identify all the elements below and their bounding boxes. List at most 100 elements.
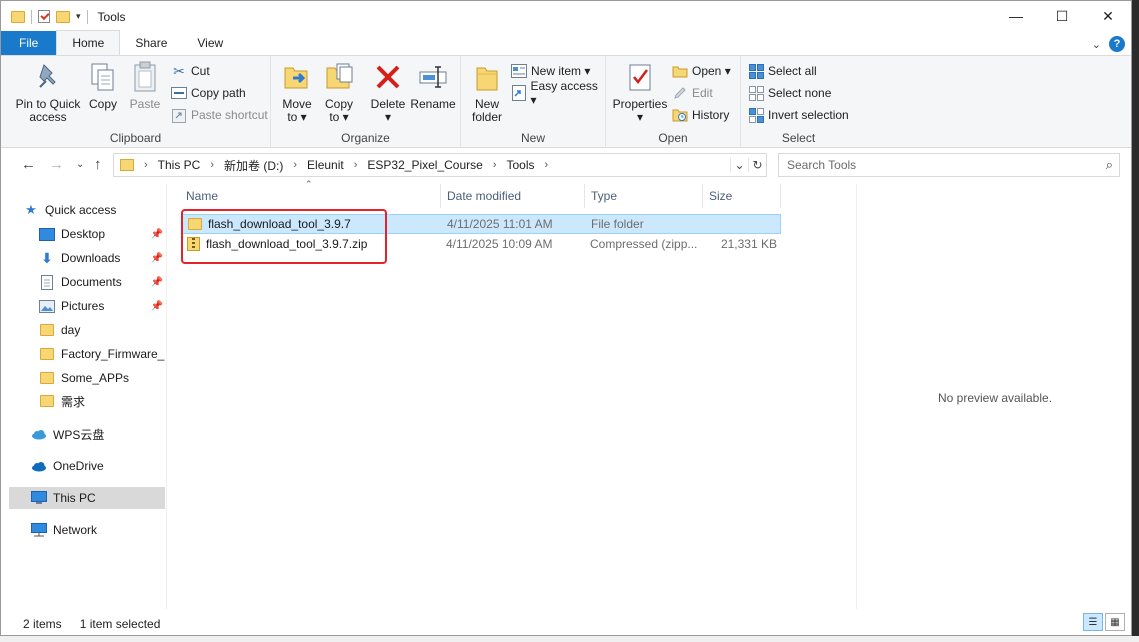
nav-item-pictures[interactable]: Pictures 📌 bbox=[39, 295, 165, 317]
chevron-right-icon[interactable]: › bbox=[354, 159, 358, 171]
tab-share[interactable]: Share bbox=[120, 31, 182, 55]
back-arrow-icon[interactable]: ← bbox=[21, 156, 36, 173]
rename-icon bbox=[417, 60, 449, 94]
divider bbox=[86, 9, 88, 24]
new-folder-label-line2: folder bbox=[471, 110, 503, 124]
nav-item-onedrive[interactable]: OneDrive bbox=[31, 455, 165, 477]
download-arrow-icon: ⬇ bbox=[41, 249, 53, 266]
forward-arrow-icon[interactable]: → bbox=[49, 156, 64, 173]
scissors-icon: ✂ bbox=[173, 62, 185, 79]
minimize-button[interactable]: — bbox=[993, 1, 1039, 31]
open-folder-icon bbox=[672, 63, 688, 79]
nav-item-this-pc[interactable]: This PC bbox=[9, 487, 165, 509]
new-item-button[interactable]: New item ▾ bbox=[511, 61, 590, 81]
nav-item-wps-cloud[interactable]: WPS云盘 bbox=[31, 423, 165, 445]
pin-icon[interactable]: 📌 bbox=[151, 253, 163, 264]
edit-button[interactable]: Edit bbox=[672, 83, 713, 103]
delete-button[interactable]: Delete ▾ bbox=[369, 60, 407, 124]
search-input[interactable]: Search Tools ⌕ bbox=[778, 153, 1120, 177]
recent-locations-chevron-icon[interactable]: ⌄ bbox=[76, 159, 84, 170]
paste-shortcut-label: Paste shortcut bbox=[191, 108, 268, 122]
select-all-button[interactable]: Select all bbox=[748, 61, 817, 81]
collapse-ribbon-chevron-icon[interactable]: ⌄ bbox=[1092, 38, 1101, 51]
organize-group-label: Organize bbox=[341, 131, 390, 145]
copy-path-button[interactable]: Copy path bbox=[171, 83, 246, 103]
new-group-label: New bbox=[520, 131, 545, 145]
open-button[interactable]: Open ▾ bbox=[672, 61, 731, 81]
select-group: Select all Select none Invert selection … bbox=[741, 56, 856, 148]
nav-item-documents[interactable]: Documents 📌 bbox=[39, 271, 165, 293]
nav-item-xuqiu[interactable]: 需求 bbox=[39, 390, 165, 412]
paste-shortcut-button[interactable]: Paste shortcut bbox=[171, 105, 268, 125]
chevron-right-icon[interactable]: › bbox=[144, 159, 148, 171]
nav-item-downloads[interactable]: ⬇ Downloads 📌 bbox=[39, 247, 165, 269]
nav-item-day[interactable]: day bbox=[39, 319, 165, 341]
close-button[interactable]: ✕ bbox=[1085, 1, 1131, 31]
copy-button[interactable]: Copy bbox=[87, 60, 119, 111]
history-button[interactable]: History bbox=[672, 105, 729, 125]
breadcrumb-drive-d[interactable]: 新加卷 (D:) bbox=[224, 157, 283, 174]
date-modified-cell: 4/11/2025 11:01 AM bbox=[447, 217, 553, 231]
paste-button[interactable]: Paste bbox=[127, 60, 163, 111]
nav-item-desktop[interactable]: Desktop 📌 bbox=[39, 223, 165, 245]
chevron-right-icon[interactable]: › bbox=[545, 159, 549, 171]
cut-button[interactable]: ✂ Cut bbox=[171, 61, 210, 81]
tab-view[interactable]: View bbox=[182, 31, 238, 55]
address-history-chevron-icon[interactable]: ⌄ bbox=[730, 158, 748, 172]
tab-file[interactable]: File bbox=[1, 31, 57, 55]
properties-button[interactable]: Properties ▾ bbox=[612, 60, 668, 124]
easy-access-button[interactable]: Easy access ▾ bbox=[511, 79, 605, 107]
copy-to-label-line2: to ▾ bbox=[329, 110, 349, 124]
chevron-right-icon[interactable]: › bbox=[493, 159, 497, 171]
nav-item-label: Pictures bbox=[61, 299, 105, 313]
invert-selection-label: Invert selection bbox=[768, 108, 849, 122]
column-header-name[interactable]: Name bbox=[180, 184, 441, 208]
maximize-button[interactable]: ☐ bbox=[1039, 1, 1085, 31]
open-group: Properties ▾ Open ▾ Edit History Open bbox=[606, 56, 741, 148]
chevron-right-icon[interactable]: › bbox=[210, 159, 214, 171]
edit-label: Edit bbox=[692, 86, 713, 100]
help-icon[interactable]: ? bbox=[1109, 36, 1125, 52]
column-header-date-modified[interactable]: Date modified bbox=[441, 184, 585, 208]
view-switcher: ☰ ▦ bbox=[1083, 613, 1125, 631]
large-icons-view-icon[interactable]: ▦ bbox=[1105, 613, 1125, 631]
invert-selection-button[interactable]: Invert selection bbox=[748, 105, 849, 125]
nav-item-label: Downloads bbox=[61, 251, 121, 265]
breadcrumb-tools[interactable]: Tools bbox=[506, 158, 534, 172]
breadcrumb-this-pc[interactable]: This PC bbox=[158, 158, 201, 172]
new-folder-icon[interactable] bbox=[56, 10, 70, 23]
highlight-annotation-box bbox=[181, 209, 387, 264]
pin-to-quick-access-button[interactable]: Pin to Quick access bbox=[9, 60, 87, 124]
details-view-icon[interactable]: ☰ bbox=[1083, 613, 1103, 631]
new-folder-button[interactable]: New folder bbox=[467, 60, 507, 124]
search-icon[interactable]: ⌕ bbox=[1106, 157, 1113, 173]
move-to-button[interactable]: Move to ▾ bbox=[279, 60, 315, 124]
chevron-right-icon[interactable]: › bbox=[293, 159, 297, 171]
copy-to-button[interactable]: Copy to ▾ bbox=[321, 60, 357, 124]
pin-icon[interactable]: 📌 bbox=[151, 229, 163, 240]
breadcrumb-eleunit[interactable]: Eleunit bbox=[307, 158, 344, 172]
size-cell: 21,331 KB bbox=[720, 237, 777, 251]
select-none-button[interactable]: Select none bbox=[748, 83, 831, 103]
quick-access-toolbar: ▾ bbox=[1, 9, 88, 24]
ribbon: Pin to Quick access Copy Paste ✂ Cut Cop… bbox=[1, 56, 1131, 148]
computer-icon bbox=[31, 491, 47, 505]
rename-button[interactable]: Rename bbox=[410, 60, 456, 111]
tab-home[interactable]: Home bbox=[56, 30, 121, 55]
nav-item-network[interactable]: Network bbox=[31, 519, 165, 541]
breadcrumb-esp32-pixel-course[interactable]: ESP32_Pixel_Course bbox=[367, 158, 482, 172]
address-bar[interactable]: › This PC › 新加卷 (D:) › Eleunit › ESP32_P… bbox=[113, 153, 767, 177]
nav-item-some-apps[interactable]: Some_APPs bbox=[39, 367, 165, 389]
column-header-size[interactable]: Size bbox=[703, 184, 781, 208]
up-arrow-icon[interactable]: ↑ bbox=[94, 156, 102, 173]
properties-icon[interactable] bbox=[38, 10, 50, 23]
history-icon bbox=[672, 107, 688, 123]
nav-item-factory-firmware[interactable]: Factory_Firmware_b bbox=[39, 343, 165, 365]
refresh-icon[interactable]: ↻ bbox=[748, 158, 766, 172]
desktop-icon bbox=[39, 227, 55, 241]
pin-icon[interactable]: 📌 bbox=[151, 277, 163, 288]
nav-item-quick-access[interactable]: ★ Quick access bbox=[23, 199, 165, 221]
pin-icon[interactable]: 📌 bbox=[151, 301, 163, 312]
customize-toolbar-chevron-icon[interactable]: ▾ bbox=[76, 11, 81, 22]
column-header-type[interactable]: Type bbox=[585, 184, 703, 208]
